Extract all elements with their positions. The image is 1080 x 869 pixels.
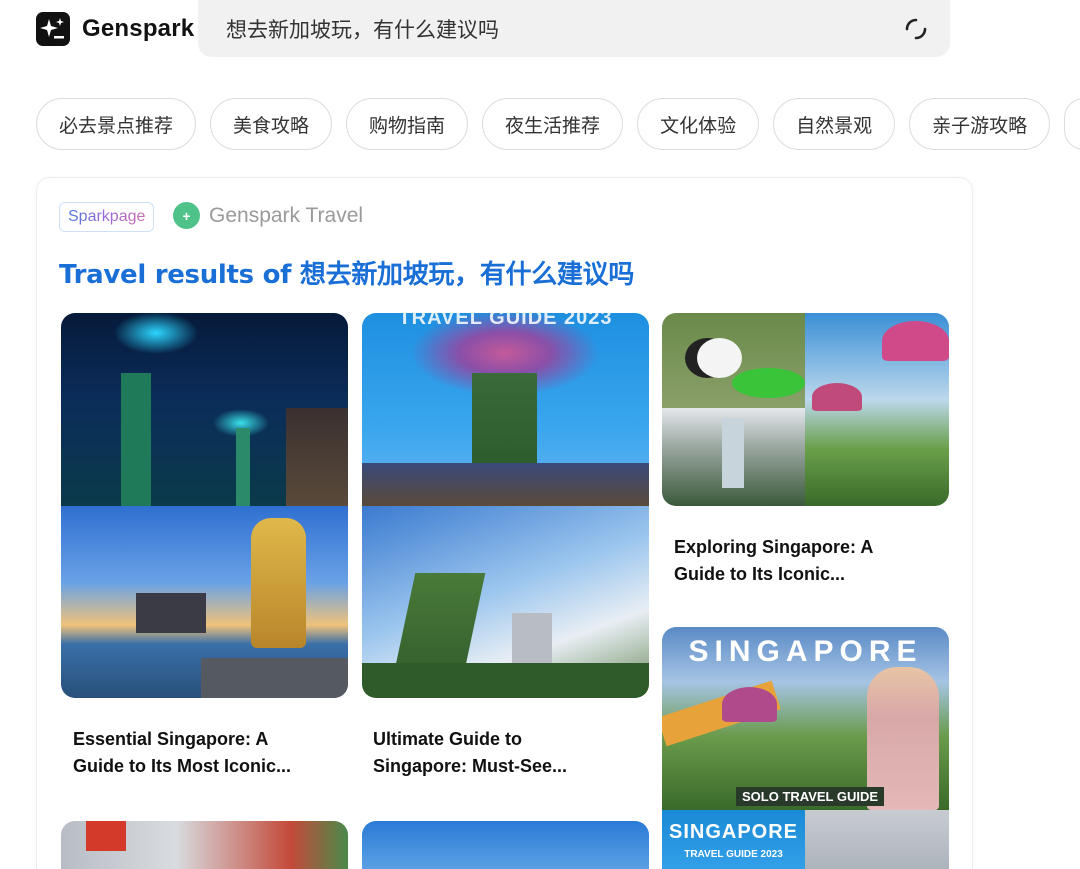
genspark-logo[interactable]: Genspark bbox=[36, 12, 194, 46]
brand-name: Genspark bbox=[82, 15, 195, 42]
source-name: Genspark Travel bbox=[209, 203, 364, 227]
tag-food[interactable]: 美食攻略 bbox=[210, 98, 333, 150]
genspark-travel-icon: + bbox=[173, 202, 200, 229]
tag-culture[interactable]: 文化体验 bbox=[637, 98, 760, 150]
source-label[interactable]: + Genspark Travel bbox=[173, 202, 363, 229]
tag-nature[interactable]: 自然景观 bbox=[773, 98, 896, 150]
tag-family[interactable]: 亲子游攻略 bbox=[909, 98, 1051, 150]
travel-results-card: Sparkpage + Genspark Travel Travel resul… bbox=[36, 177, 973, 869]
sparkpage-badge[interactable]: Sparkpage bbox=[59, 202, 155, 232]
result-image-5[interactable] bbox=[61, 821, 348, 869]
tag-more[interactable] bbox=[1064, 98, 1080, 150]
tile2-overlay: TRAVEL GUIDE 2023 bbox=[398, 313, 613, 329]
results-title: Travel results of 想去新加坡玩，有什么建议吗 bbox=[59, 260, 635, 290]
result-image-1[interactable] bbox=[61, 313, 348, 698]
tile4-title: SINGAPORE bbox=[688, 635, 923, 668]
search-query[interactable]: 想去新加坡玩，有什么建议吗 bbox=[226, 14, 499, 44]
result-caption-2[interactable]: Ultimate Guide to Singapore: Must-See... bbox=[373, 726, 643, 780]
tile4-subtitle-2: TRAVEL GUIDE 2023 bbox=[684, 849, 783, 860]
result-image-3[interactable] bbox=[662, 313, 949, 506]
tile4-subtitle: SOLO TRAVEL GUIDE bbox=[736, 787, 885, 806]
result-image-2[interactable]: TRAVEL GUIDE 2023 bbox=[362, 313, 649, 698]
result-caption-3[interactable]: Exploring Singapore: A Guide to Its Icon… bbox=[674, 534, 944, 588]
search-bar[interactable]: 想去新加坡玩，有什么建议吗 bbox=[198, 0, 950, 57]
result-image-4[interactable]: SINGAPORE SOLO TRAVEL GUIDE SINGAPORE TR… bbox=[662, 627, 949, 869]
tile4-title-2: SINGAPORE bbox=[668, 821, 799, 843]
result-caption-1[interactable]: Essential Singapore: A Guide to Its Most… bbox=[73, 726, 343, 780]
tag-attractions[interactable]: 必去景点推荐 bbox=[36, 98, 197, 150]
loading-spinner-icon bbox=[905, 18, 927, 40]
skyline-image bbox=[805, 810, 949, 869]
tag-shopping[interactable]: 购物指南 bbox=[346, 98, 469, 150]
suggestion-tags: 必去景点推荐 美食攻略 购物指南 夜生活推荐 文化体验 自然景观 亲子游攻略 bbox=[36, 98, 1080, 150]
result-image-6[interactable] bbox=[362, 821, 649, 869]
sparkle-logo-icon bbox=[36, 12, 70, 46]
tag-nightlife[interactable]: 夜生活推荐 bbox=[482, 98, 624, 150]
